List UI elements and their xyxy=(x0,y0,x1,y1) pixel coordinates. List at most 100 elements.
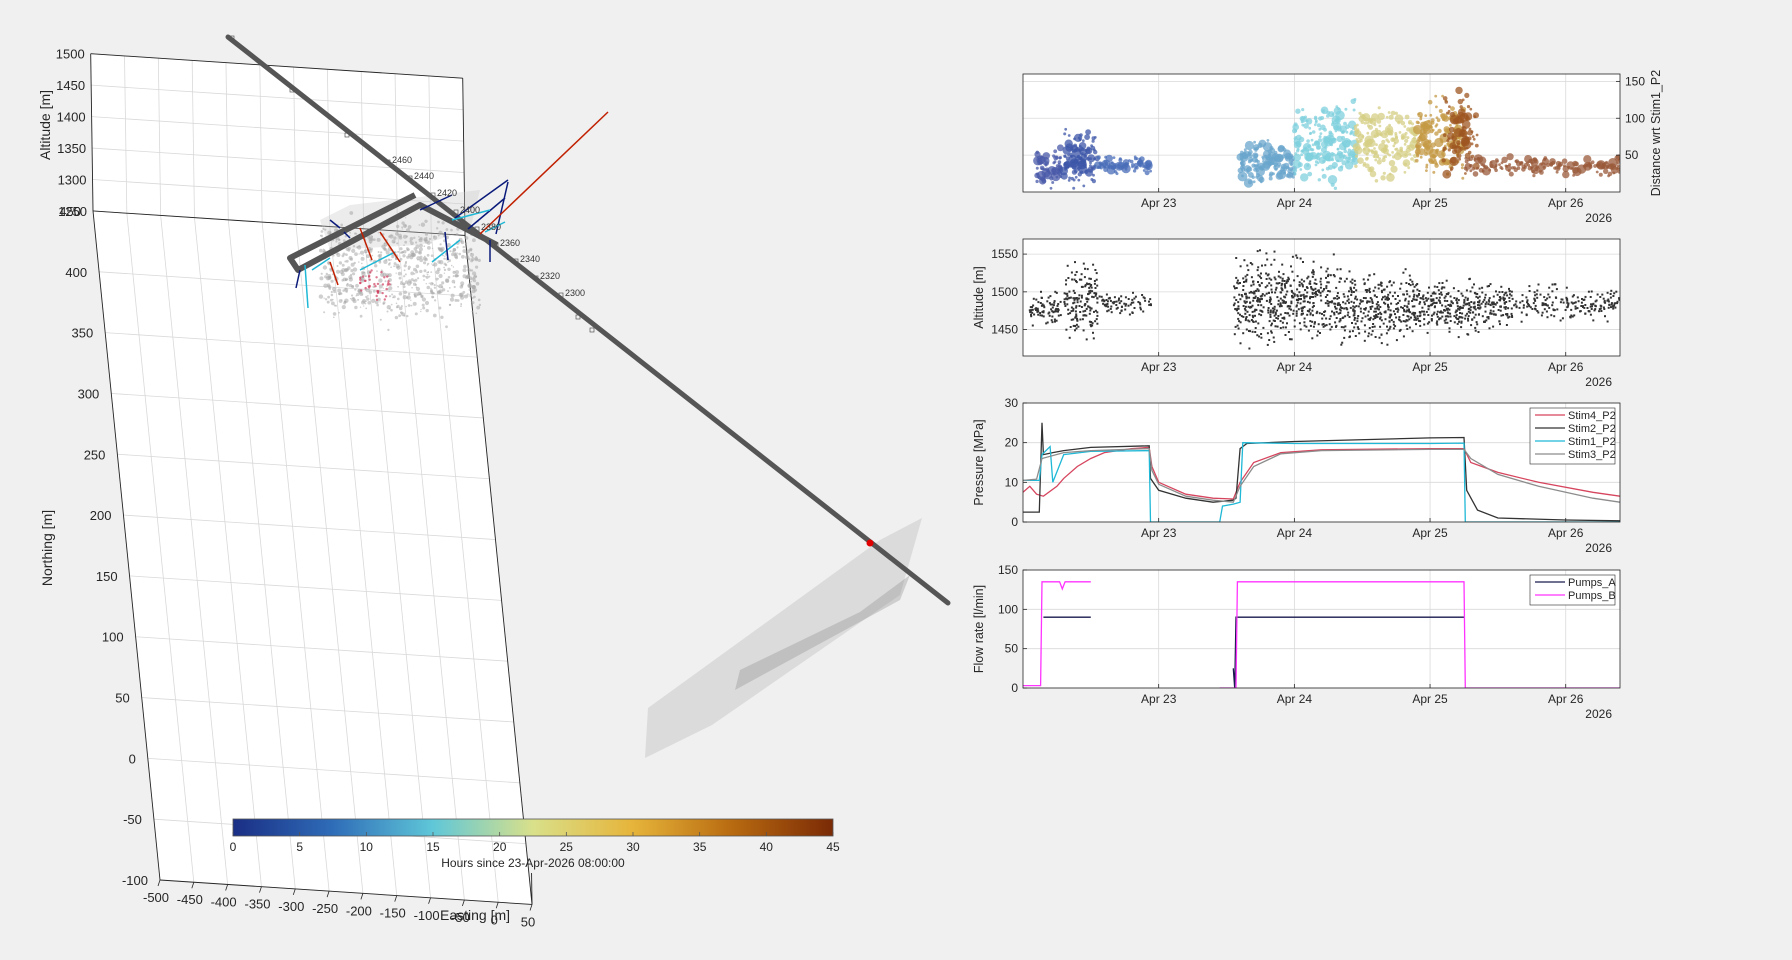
event-marker-3d xyxy=(424,300,430,306)
event-marker xyxy=(1266,284,1269,287)
event-marker xyxy=(1032,304,1035,307)
event-marker-3d xyxy=(420,222,426,227)
event-marker xyxy=(1058,156,1062,160)
event-marker xyxy=(1315,141,1319,144)
event-marker xyxy=(1585,164,1589,168)
event-marker-3d-red xyxy=(373,282,376,286)
easting-tick xyxy=(157,879,161,887)
event-marker xyxy=(1510,166,1515,170)
event-marker-3d xyxy=(433,262,438,267)
event-marker xyxy=(1293,325,1296,328)
event-marker xyxy=(1493,166,1497,170)
event-marker xyxy=(1431,160,1434,163)
event-marker xyxy=(1481,315,1484,318)
event-marker-3d xyxy=(378,260,382,264)
event-marker xyxy=(1352,314,1355,317)
event-marker xyxy=(1492,295,1495,298)
event-marker xyxy=(1496,159,1499,163)
event-marker-3d xyxy=(336,253,341,257)
event-marker xyxy=(1446,308,1449,311)
event-marker xyxy=(1541,304,1544,307)
event-marker xyxy=(1430,118,1435,123)
event-marker xyxy=(1411,305,1414,308)
event-marker xyxy=(1403,170,1407,174)
x-tick-label: Apr 24 xyxy=(1277,360,1313,374)
event-marker-3d xyxy=(441,288,446,292)
event-marker xyxy=(1587,310,1590,313)
altitude-tick-label: 1450 xyxy=(56,78,85,93)
event-marker xyxy=(1388,132,1391,136)
event-marker-3d xyxy=(403,244,405,246)
event-marker xyxy=(1452,287,1455,290)
event-marker xyxy=(1490,312,1493,315)
event-marker xyxy=(1256,250,1259,253)
event-marker xyxy=(1398,319,1401,322)
event-marker xyxy=(1242,277,1245,280)
event-marker-3d xyxy=(456,246,459,249)
x-tick-label: Apr 24 xyxy=(1277,692,1313,706)
northing-tick-label: 400 xyxy=(65,265,87,280)
event-marker xyxy=(1460,326,1463,329)
event-marker-3d xyxy=(403,275,406,278)
event-marker xyxy=(1067,308,1070,311)
event-marker-3d xyxy=(430,291,434,295)
event-marker xyxy=(1478,287,1481,290)
event-marker xyxy=(1436,315,1439,318)
event-marker xyxy=(1471,135,1475,139)
event-marker xyxy=(1380,342,1383,345)
event-marker xyxy=(1461,176,1465,180)
easting-tick xyxy=(360,893,364,900)
x-tick-label: Apr 23 xyxy=(1141,526,1177,540)
x-year-label: 2026 xyxy=(1585,375,1612,389)
event-marker xyxy=(1286,305,1289,308)
event-marker-3d-red xyxy=(381,291,384,295)
event-marker xyxy=(1325,270,1328,273)
event-marker xyxy=(1068,290,1071,293)
event-marker xyxy=(1603,308,1606,310)
event-marker xyxy=(1249,306,1252,309)
event-marker-3d xyxy=(433,235,438,240)
event-marker xyxy=(1582,306,1584,308)
event-marker xyxy=(1612,171,1616,175)
x-tick-label: Apr 23 xyxy=(1141,360,1177,374)
event-marker-3d xyxy=(407,248,410,251)
event-marker xyxy=(1247,269,1250,272)
event-marker xyxy=(1352,308,1355,311)
event-marker xyxy=(1090,321,1093,323)
event-marker xyxy=(1415,120,1420,125)
event-marker xyxy=(1296,301,1299,304)
event-marker-3d xyxy=(407,253,412,258)
event-marker xyxy=(1386,325,1388,328)
event-marker xyxy=(1235,299,1238,301)
event-marker xyxy=(1081,318,1084,321)
event-marker xyxy=(1074,261,1076,264)
event-marker xyxy=(1328,317,1331,320)
event-marker-3d xyxy=(451,279,456,284)
event-marker xyxy=(1466,299,1469,301)
event-marker-3d xyxy=(407,304,411,307)
event-marker-3d xyxy=(447,267,451,271)
event-marker-3d xyxy=(470,259,474,263)
event-marker xyxy=(1343,295,1346,298)
event-marker xyxy=(1599,304,1602,307)
event-marker-3d xyxy=(391,293,394,296)
event-marker xyxy=(1376,301,1379,304)
event-marker xyxy=(1057,314,1060,317)
event-marker xyxy=(1339,268,1342,271)
event-marker xyxy=(1477,304,1479,307)
event-marker xyxy=(1279,276,1282,279)
event-marker xyxy=(1296,288,1299,291)
event-marker-3d xyxy=(464,236,469,240)
event-marker-3d xyxy=(387,328,390,332)
event-marker-3d xyxy=(419,293,422,296)
event-marker-3d xyxy=(356,246,359,249)
event-marker xyxy=(1458,316,1461,319)
axes-floor-3d xyxy=(93,211,532,905)
event-marker-3d xyxy=(470,280,473,283)
event-marker-3d xyxy=(430,254,434,257)
easting-tick-label: -200 xyxy=(346,903,372,918)
event-marker xyxy=(1286,290,1289,293)
event-marker xyxy=(1039,302,1042,304)
event-marker-3d xyxy=(338,312,340,314)
x-year-label: 2026 xyxy=(1585,211,1612,225)
